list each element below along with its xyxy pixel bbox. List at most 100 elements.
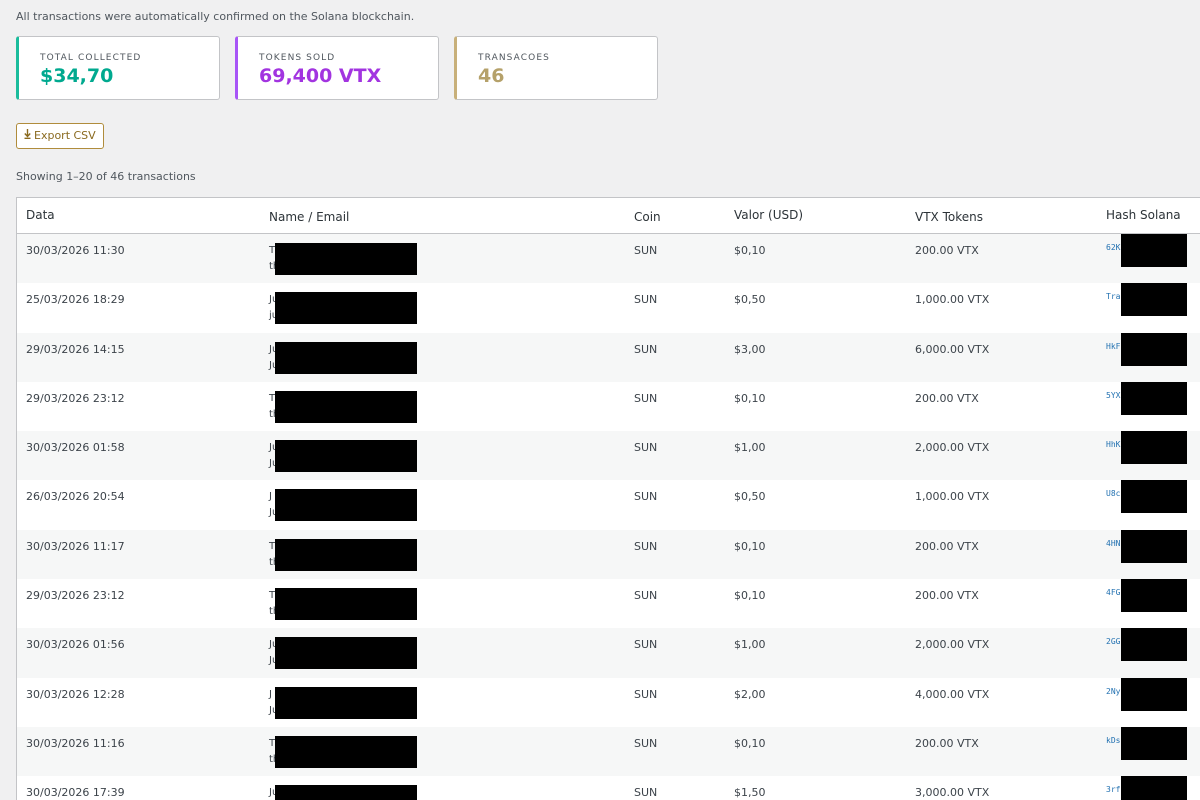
row-tokens: 1,000.00 VTX	[915, 490, 990, 504]
redaction-box	[1121, 776, 1187, 800]
row-coin: SUN	[634, 539, 658, 553]
row-date: 30/03/2026 11:16	[26, 736, 125, 750]
redaction-box	[275, 735, 417, 768]
header-hash-solana[interactable]: Hash Solana	[1106, 208, 1181, 222]
row-value: $3,00	[734, 342, 766, 356]
row-coin: SUN	[634, 441, 658, 455]
row-coin: SUN	[634, 687, 658, 701]
row-coin: SUN	[634, 342, 658, 356]
pagination-summary: Showing 1–20 of 46 transactions	[16, 170, 196, 183]
redaction-box	[1121, 283, 1187, 317]
redaction-box	[1121, 726, 1187, 760]
row-hash-link[interactable]: U8c	[1106, 489, 1120, 498]
redaction-box	[275, 538, 417, 571]
table-row: 29/03/2026 14:15 Ju Ju SUN $3,00 6,000.00 VTX…	[17, 332, 1200, 382]
row-coin: SUN	[634, 589, 658, 603]
redaction-box	[275, 785, 417, 800]
redaction-box	[275, 489, 417, 522]
row-hash-link[interactable]: HkF	[1106, 342, 1120, 351]
row-coin: SUN	[634, 293, 658, 307]
row-tokens: 200.00 VTX	[915, 589, 979, 603]
export-csv-label: Export CSV	[34, 129, 96, 142]
redaction-box	[1121, 677, 1187, 711]
row-value: $1,00	[734, 638, 766, 652]
row-hash-link[interactable]: 3rf	[1106, 785, 1120, 794]
header-vtx-tokens[interactable]: VTX Tokens	[915, 210, 983, 224]
card-value: 69,400 VTX	[259, 65, 382, 87]
redaction-box	[275, 637, 417, 670]
row-tokens: 200.00 VTX	[915, 244, 979, 257]
row-tokens: 200.00 VTX	[915, 391, 979, 405]
row-coin: SUN	[634, 736, 658, 750]
redaction-box	[275, 686, 417, 719]
redaction-box	[275, 588, 417, 621]
row-hash-link[interactable]: 4HN	[1106, 539, 1120, 548]
table-row: 30/03/2026 11:17ThthSUN$0,10200.00 VTX4H…	[17, 529, 1200, 580]
row-hash-link[interactable]: kDs	[1106, 736, 1120, 745]
row-date: 30/03/2026 11:17	[26, 539, 125, 553]
row-hash-link[interactable]: 2Ny	[1106, 687, 1120, 696]
row-date: 30/03/2026 12:28	[26, 687, 125, 701]
row-date: 25/03/2026 18:29	[26, 293, 125, 307]
row-tokens: 2,000.00 VTX	[915, 441, 990, 455]
card-label: TOTAL COLLECTED	[40, 53, 142, 63]
table-header: Data Name / Email Coin Valor (USD) VTX T…	[17, 198, 1200, 234]
download-icon	[24, 124, 31, 148]
row-hash-link[interactable]: Tra	[1106, 292, 1120, 301]
row-tokens: 1,000.00 VTX	[915, 293, 990, 307]
row-hash-link[interactable]: 4FG	[1106, 588, 1120, 597]
redaction-box	[275, 292, 417, 325]
row-date: 30/03/2026 11:30	[26, 244, 125, 257]
redaction-box	[1121, 579, 1187, 613]
row-date: 30/03/2026 01:58	[26, 441, 125, 455]
card-value: $34,70	[40, 65, 114, 87]
table-row: 30/03/2026 11:16ThthSUN$0,10200.00 VTXkD…	[17, 726, 1200, 777]
table-row: 30/03/2026 11:30TthSUN$0,10200.00 VTX62K	[17, 234, 1200, 284]
table-row: 30/03/2026 01:56 Ju Ju SUN $1,00 2,000.00 VTX…	[17, 628, 1200, 678]
row-hash-link[interactable]: 2GG	[1106, 637, 1120, 646]
table-row: 30/03/2026 01:58 Ju Ju SUN $1,00 2,000.00 VTX…	[17, 431, 1200, 481]
row-value: $0,10	[734, 589, 766, 603]
card-label: TRANSACOES	[478, 53, 550, 63]
table-row: 25/03/2026 18:29 Ju ju SUN $0,50 1,000.00 VTX…	[17, 283, 1200, 333]
header-coin[interactable]: Coin	[634, 210, 661, 224]
confirmation-notice: All transactions were automatically conf…	[16, 10, 415, 23]
header-name-email[interactable]: Name / Email	[269, 210, 349, 224]
row-tokens: 200.00 VTX	[915, 736, 979, 750]
row-hash-link[interactable]: 62K	[1106, 243, 1120, 252]
row-tokens: 6,000.00 VTX	[915, 342, 990, 356]
table-row: 30/03/2026 17:39Juliana FerreiraSUN$1,50…	[17, 776, 1200, 800]
summary-cards: TOTAL COLLECTED $34,70 TOKENS SOLD 69,40…	[16, 36, 658, 100]
header-date[interactable]: Data	[26, 208, 55, 222]
redaction-box	[1121, 431, 1187, 465]
row-value: $0,50	[734, 490, 766, 504]
redaction-box	[275, 341, 417, 374]
row-value: $1,50	[734, 786, 766, 800]
row-date: 29/03/2026 14:15	[26, 342, 125, 356]
redaction-box	[1121, 381, 1187, 415]
header-value-usd[interactable]: Valor (USD)	[734, 208, 803, 222]
redaction-box	[275, 390, 417, 423]
redaction-box	[1121, 529, 1187, 563]
row-tokens: 2,000.00 VTX	[915, 638, 990, 652]
row-date: 30/03/2026 01:56	[26, 638, 125, 652]
table-body: 30/03/2026 11:30TthSUN$0,10200.00 VTX62K…	[17, 234, 1200, 800]
row-hash-link[interactable]: HhK	[1106, 440, 1120, 449]
card-label: TOKENS SOLD	[259, 53, 336, 63]
row-hash-link[interactable]: 5YX	[1106, 391, 1120, 400]
transactions-page: All transactions were automatically conf…	[0, 0, 1200, 800]
redaction-box	[275, 243, 417, 275]
row-tokens: 3,000.00 VTX	[915, 786, 990, 800]
redaction-box	[1121, 480, 1187, 514]
transactions-table: Data Name / Email Coin Valor (USD) VTX T…	[16, 197, 1200, 800]
export-csv-button[interactable]: Export CSV	[16, 123, 104, 149]
row-coin: SUN	[634, 490, 658, 504]
redaction-box	[1121, 628, 1187, 662]
redaction-box	[1121, 332, 1187, 366]
row-coin: SUN	[634, 391, 658, 405]
total-collected-card: TOTAL COLLECTED $34,70	[16, 36, 220, 100]
row-coin: SUN	[634, 638, 658, 652]
row-value: $2,00	[734, 687, 766, 701]
row-tokens: 4,000.00 VTX	[915, 687, 990, 701]
tokens-sold-card: TOKENS SOLD 69,400 VTX	[235, 36, 439, 100]
